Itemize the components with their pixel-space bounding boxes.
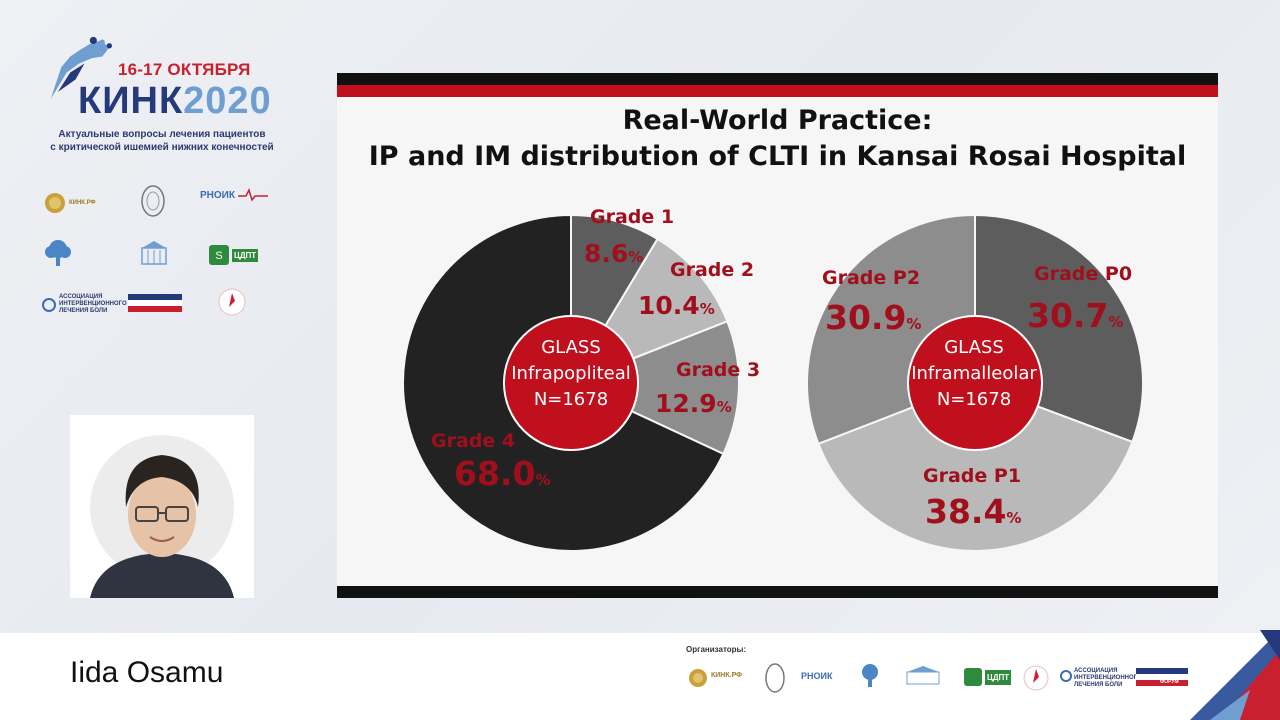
pie1-grade1-value: 8.6 xyxy=(584,239,629,268)
pie2-p2-value: 30.9 xyxy=(825,298,907,337)
pie2-p0-name: Grade P0 xyxy=(1034,263,1133,285)
pie2-p2-name: Grade P2 xyxy=(822,267,921,289)
pie1-grade4-value: 68.0 xyxy=(454,454,536,493)
pie2-label-p1: Grade P1 xyxy=(923,465,1021,487)
pie1-label-grade3: Grade 3 xyxy=(676,359,760,381)
pie2-center-line2: Inframalleolar xyxy=(911,363,1037,384)
pie1-value-grade3: 12.9% xyxy=(655,387,732,424)
sponsor-czdt: S ЦДПТ xyxy=(209,245,259,265)
pie1-label-grade4: Grade 4 xyxy=(431,430,515,452)
pie2-value-p0: 30.7% xyxy=(1027,299,1123,339)
organizers-label: Организаторы: xyxy=(686,645,747,654)
pie1-grade1-unit: % xyxy=(628,248,644,266)
corner-decor xyxy=(1190,630,1280,720)
sponsor-kink-rf-label: КИНК.РФ xyxy=(69,199,96,206)
sponsor-kink-rf: КИНК.РФ xyxy=(44,192,96,214)
building-logo-icon xyxy=(141,241,167,265)
svg-text:S: S xyxy=(215,250,222,262)
pie1-center-line3: N=1678 xyxy=(533,389,609,410)
pie2-value-p1: 38.4% xyxy=(925,495,1021,535)
pie1-center-line2: Infrapopliteal xyxy=(511,363,631,384)
tree-logo-icon xyxy=(45,240,71,266)
pie1-value-grade1: 8.6% xyxy=(584,237,643,274)
pie2-p1-unit: % xyxy=(1006,509,1022,527)
sponsor-association-label: АССОЦИАЦИЯ ИНТЕРВЕНЦИОННОГО ЛЕЧЕНИЯ БОЛИ xyxy=(59,294,127,314)
footer-czdt-label: ЦДПТ xyxy=(985,670,1012,685)
slide-bottom-bar xyxy=(337,586,1218,598)
pie2-p1-value: 38.4 xyxy=(925,492,1007,531)
speaker-video xyxy=(70,415,254,598)
sponsor-rnoik-label: РНОИК xyxy=(200,189,235,201)
event-subtitle-line1: Актуальные вопросы лечения пациентов xyxy=(58,129,266,140)
pie2-center-line1: GLASS xyxy=(944,337,1004,358)
kink-coin-icon xyxy=(45,193,65,213)
pie1-label-grade1: Grade 1 xyxy=(590,206,674,228)
footer-emblem-icon xyxy=(1023,665,1049,691)
footer-kink-coin-icon xyxy=(689,669,707,687)
footer-association-icon xyxy=(1060,670,1072,682)
pie2-label-p0: Grade P0 xyxy=(1034,263,1132,285)
footer-tree-icon xyxy=(862,664,878,687)
round-emblem-icon xyxy=(218,288,246,316)
pie1-grade4-unit: % xyxy=(535,471,551,489)
association-icon xyxy=(42,297,56,312)
pie2-label-p2: Grade P2 xyxy=(822,267,920,289)
pie2-p2-unit: % xyxy=(906,315,922,333)
presentation-slide: Real-World Practice: IP and IM distribut… xyxy=(337,73,1218,598)
heartbeat-icon xyxy=(237,188,268,202)
sponsor-association: АССОЦИАЦИЯ ИНТЕРВЕНЦИОННОГО ЛЕЧЕНИЯ БОЛИ xyxy=(42,294,127,315)
pie2-p1-name: Grade P1 xyxy=(923,465,1022,487)
pie1-center-label: GLASS Infrapopliteal N=1678 xyxy=(503,335,639,413)
event-brand: 16-17 ОКТЯБРЯ КИНК2020 Актуальные вопрос… xyxy=(38,28,274,158)
czdt-icon: S xyxy=(209,245,229,265)
pie1-center-line1: GLASS xyxy=(541,337,601,358)
forum-flag-icon xyxy=(128,294,182,312)
footer-rnoik-label: РНОИК xyxy=(801,671,833,681)
speaker-portrait-icon xyxy=(90,435,234,598)
pie1-grade3-value: 12.9 xyxy=(655,389,717,418)
pie1-grade2-value: 10.4 xyxy=(638,291,700,320)
pie1-grade2-name: Grade 2 xyxy=(670,259,755,281)
pie1-label-grade2: Grade 2 xyxy=(670,259,754,281)
footer-seal-icon xyxy=(765,663,785,693)
pie1-value-grade2: 10.4% xyxy=(638,289,715,326)
university-seal-icon xyxy=(141,185,165,217)
pie1-grade1-name: Grade 1 xyxy=(590,206,675,228)
event-subtitle-line2: с критической ишемией нижних конечностей xyxy=(50,142,274,153)
footer-kink-rf-label: КИНК.РФ xyxy=(711,672,743,679)
pie2-p0-unit: % xyxy=(1108,313,1124,331)
pie2-p0-value: 30.7 xyxy=(1027,296,1109,335)
pie2-center-line3: N=1678 xyxy=(936,389,1012,410)
footer-czdt-icon xyxy=(964,668,982,686)
sponsor-forum xyxy=(128,294,182,312)
sponsor-czdt-label: ЦДПТ xyxy=(232,248,259,262)
event-subtitle: Актуальные вопросы лечения пациентов с к… xyxy=(42,128,282,154)
event-year: 2020 xyxy=(183,80,272,122)
pie1-grade4-name: Grade 4 xyxy=(431,430,516,452)
pie1-grade2-unit: % xyxy=(699,300,715,318)
speaker-name: Iida Osamu xyxy=(70,656,224,689)
pie1-grade3-unit: % xyxy=(716,398,732,416)
event-name: КИНК2020 xyxy=(78,80,272,123)
event-title: КИНК xyxy=(78,80,184,122)
pie1-value-grade4: 68.0% xyxy=(454,457,550,497)
footer-association-label: АССОЦИАЦИЯ ИНТЕРВЕНЦИОННОГО ЛЕЧЕНИЯ БОЛИ xyxy=(1074,668,1142,688)
footer-building-icon xyxy=(906,666,940,685)
pie2-center-label: GLASS Inframalleolar N=1678 xyxy=(906,335,1042,413)
pie1-grade3-name: Grade 3 xyxy=(676,359,761,381)
sponsor-rnoik: РНОИК xyxy=(200,188,268,202)
event-dates: 16-17 ОКТЯБРЯ xyxy=(118,60,251,79)
